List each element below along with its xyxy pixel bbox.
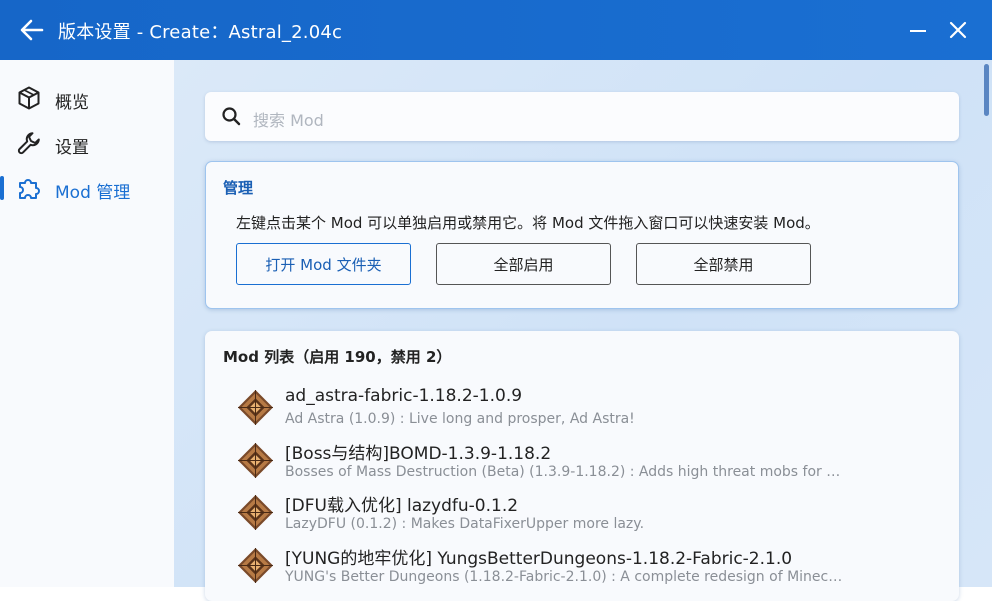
mod-block-icon	[238, 443, 273, 478]
mod-block-icon	[238, 495, 273, 530]
mod-description: YUNG's Better Dungeons (1.18.2-Fabric-2.…	[285, 569, 845, 585]
sidebar-item-label: 概览	[55, 93, 89, 113]
manage-title: 管理	[223, 179, 254, 197]
mod-list-item[interactable]: ad_astra-fabric-1.18.2-1.0.9 Ad Astra (1…	[235, 386, 935, 436]
search-box[interactable]: 搜索 Mod	[205, 92, 959, 141]
cube-icon	[18, 86, 40, 110]
mod-list-item[interactable]: [DFU载入优化] lazydfu-0.1.2 LazyDFU (0.1.2) …	[235, 491, 935, 541]
close-icon[interactable]	[946, 18, 970, 42]
mod-description: Bosses of Mass Destruction (Beta) (1.3.9…	[285, 464, 845, 480]
sidebar: 概览 设置 Mod 管理	[0, 60, 174, 587]
manage-card: 管理 左键点击某个 Mod 可以单独启用或禁用它。将 Mod 文件拖入窗口可以快…	[205, 161, 959, 309]
mod-name: [Boss与结构]BOMD-1.3.9-1.18.2	[285, 444, 552, 464]
active-indicator	[0, 176, 4, 200]
sidebar-item-overview[interactable]: 概览	[0, 78, 174, 118]
back-arrow-icon[interactable]	[18, 16, 46, 44]
sidebar-item-settings[interactable]: 设置	[0, 123, 174, 163]
window-title: 版本设置 - Create：Astral_2.04c	[58, 22, 343, 43]
puzzle-icon	[19, 179, 40, 199]
mod-name: [YUNG的地牢优化] YungsBetterDungeons-1.18.2-F…	[285, 549, 793, 569]
manage-description: 左键点击某个 Mod 可以单独启用或禁用它。将 Mod 文件拖入窗口可以快速安装…	[236, 214, 820, 232]
search-placeholder: 搜索 Mod	[253, 111, 324, 130]
mod-list-title: Mod 列表（启用 190，禁用 2）	[223, 348, 452, 366]
mod-description: LazyDFU (0.1.2) : Makes DataFixerUpper m…	[285, 516, 645, 532]
mod-list-item[interactable]: [Boss与结构]BOMD-1.3.9-1.18.2 Bosses of Mas…	[235, 439, 935, 489]
mod-block-icon	[238, 390, 273, 425]
sidebar-item-mod-management[interactable]: Mod 管理	[0, 168, 174, 208]
minimize-icon[interactable]	[906, 18, 930, 42]
sidebar-item-label: 设置	[55, 138, 89, 158]
mod-name: [DFU载入优化] lazydfu-0.1.2	[285, 496, 519, 516]
wrench-icon	[17, 132, 40, 155]
scrollbar-thumb[interactable]	[984, 64, 989, 116]
search-icon	[222, 107, 241, 126]
mod-block-icon	[238, 548, 273, 583]
disable-all-button[interactable]: 全部禁用	[636, 243, 811, 285]
mod-name: ad_astra-fabric-1.18.2-1.0.9	[285, 386, 523, 406]
open-mod-folder-button[interactable]: 打开 Mod 文件夹	[236, 243, 411, 285]
enable-all-button[interactable]: 全部启用	[436, 243, 611, 285]
sidebar-item-label: Mod 管理	[55, 183, 131, 203]
mod-description: Ad Astra (1.0.9) : Live long and prosper…	[285, 411, 635, 427]
mod-list-card: Mod 列表（启用 190，禁用 2） ad_astra-fabric-1.18…	[205, 331, 959, 601]
title-bar: 版本设置 - Create：Astral_2.04c	[0, 0, 992, 60]
